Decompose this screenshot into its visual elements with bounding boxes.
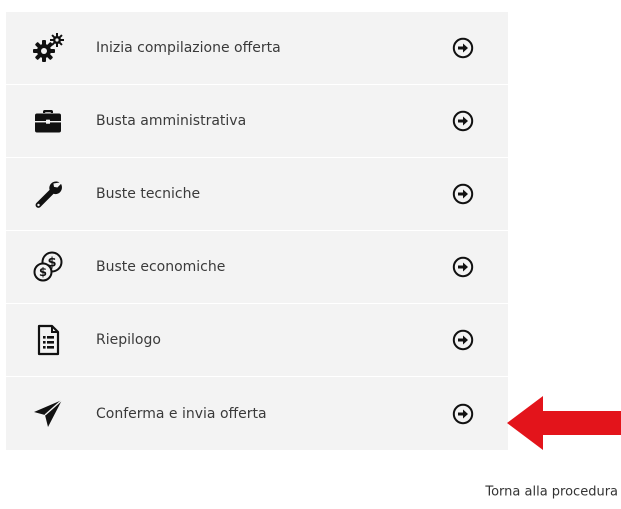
- arrow-circle-right-icon[interactable]: [452, 403, 474, 425]
- menu-item-buste-economiche[interactable]: $ $ Buste economiche: [6, 231, 508, 304]
- menu-item-label: Riepilogo: [96, 332, 161, 348]
- wrench-icon: [31, 177, 65, 211]
- arrow-circle-right-icon[interactable]: [452, 256, 474, 278]
- arrow-circle-right-icon[interactable]: [452, 329, 474, 351]
- menu-item-label: Buste economiche: [96, 259, 226, 275]
- offer-steps-menu: Inizia compilazione offerta Busta ammini…: [6, 12, 508, 450]
- briefcase-icon: [31, 104, 65, 138]
- menu-item-label: Busta amministrativa: [96, 113, 247, 129]
- back-to-procedure-link[interactable]: Torna alla procedura: [485, 485, 618, 500]
- arrow-circle-right-icon[interactable]: [452, 110, 474, 132]
- menu-item-label: Buste tecniche: [96, 186, 201, 202]
- menu-item-label: Inizia compilazione offerta: [96, 40, 281, 56]
- svg-text:$: $: [39, 265, 47, 279]
- paper-plane-icon: [31, 397, 65, 431]
- arrow-circle-right-icon[interactable]: [452, 183, 474, 205]
- menu-item-busta-amministrativa[interactable]: Busta amministrativa: [6, 85, 508, 158]
- menu-item-conferma-invia[interactable]: Conferma e invia offerta: [6, 377, 508, 450]
- red-pointer-arrow-icon: [507, 394, 621, 452]
- arrow-circle-right-icon[interactable]: [452, 37, 474, 59]
- menu-item-label: Conferma e invia offerta: [96, 405, 267, 422]
- menu-item-inizia-compilazione[interactable]: Inizia compilazione offerta: [6, 12, 508, 85]
- dollar-coins-icon: $ $: [31, 250, 65, 284]
- document-list-icon: [31, 323, 65, 357]
- menu-item-riepilogo[interactable]: Riepilogo: [6, 304, 508, 377]
- gears-icon: [31, 31, 65, 65]
- menu-item-buste-tecniche[interactable]: Buste tecniche: [6, 158, 508, 231]
